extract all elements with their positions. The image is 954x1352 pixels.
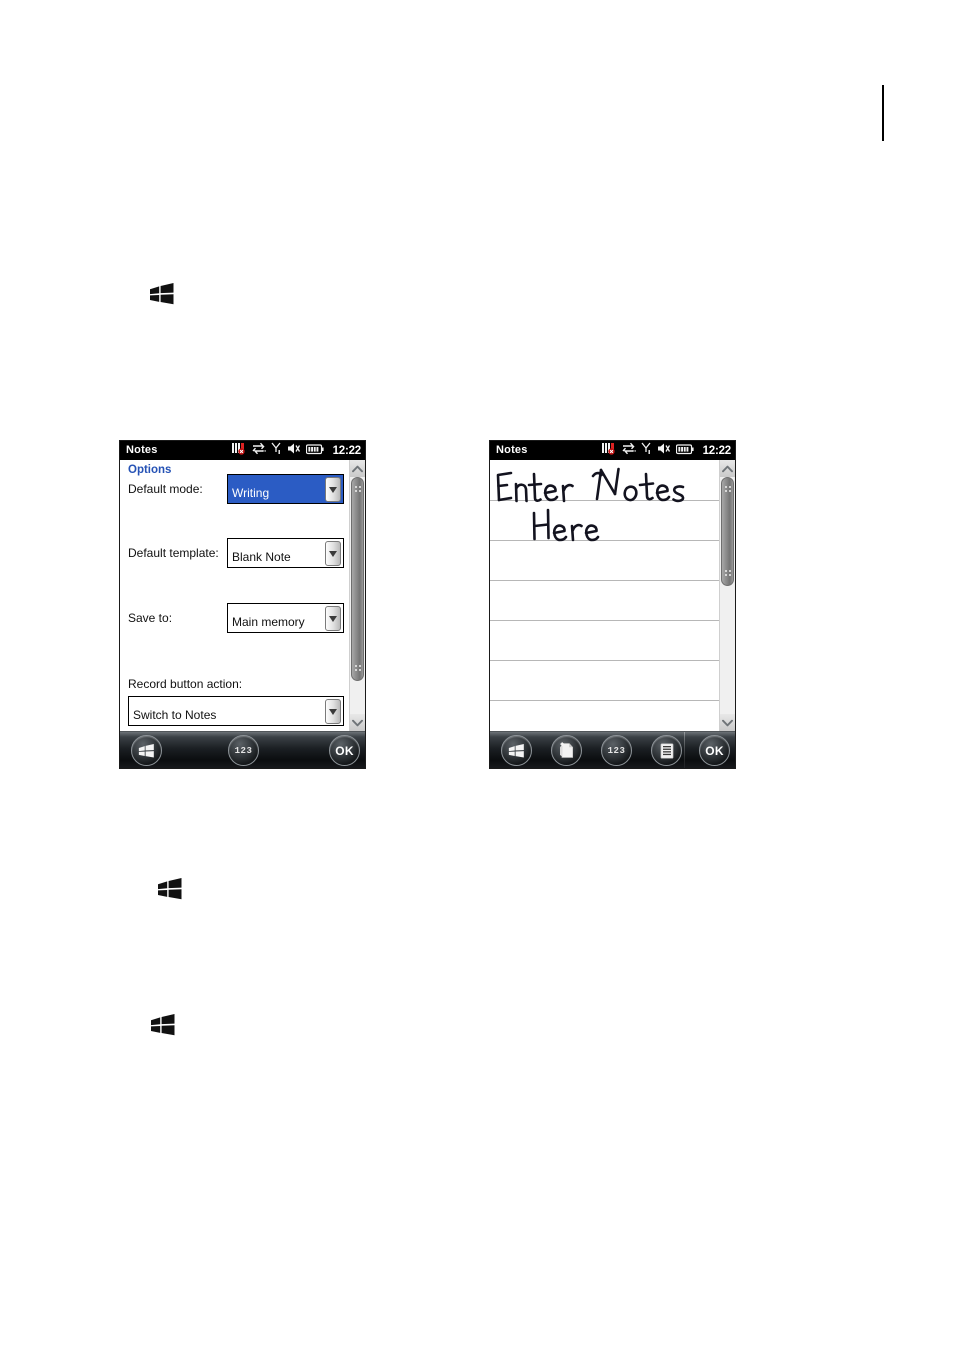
scroll-down-arrow[interactable] — [350, 714, 365, 731]
ok-button-label: OK — [705, 743, 724, 758]
status-icons: 12:22 — [601, 442, 732, 460]
dropdown-record-button-action[interactable]: Switch to Notes — [128, 696, 344, 726]
windows-logo-icon — [149, 283, 175, 305]
soft-key-bar: 123 OK — [120, 731, 365, 768]
scroll-up-arrow[interactable] — [350, 460, 365, 477]
status-icons: 12:22 — [231, 442, 362, 460]
ok-button-label: OK — [335, 743, 354, 758]
ok-button[interactable]: OK — [699, 735, 730, 766]
vertical-scrollbar[interactable] — [349, 460, 365, 731]
app-title: Notes — [496, 444, 528, 456]
cellular-signal-icon — [641, 442, 652, 460]
chevron-down-icon[interactable] — [325, 541, 341, 566]
keyboard-button[interactable]: 123 — [228, 735, 259, 766]
dropdown-value-default-template: Blank Note — [232, 550, 291, 564]
chevron-down-icon[interactable] — [325, 606, 341, 631]
scroll-up-arrow[interactable] — [720, 460, 735, 477]
handwriting-ink — [496, 467, 685, 542]
signal-bars-error-icon — [601, 442, 617, 460]
dropdown-value-record-button-action: Switch to Notes — [133, 708, 217, 722]
options-screen: Options Default mode: Writing Default te… — [120, 460, 365, 731]
chevron-down-icon[interactable] — [325, 699, 341, 724]
title-bar: Notes 12:22 — [120, 441, 365, 460]
battery-icon — [305, 442, 324, 460]
keyboard-button-label: 123 — [607, 745, 626, 756]
scroll-down-arrow[interactable] — [720, 714, 735, 731]
field-label-record-button-action: Record button action: — [128, 677, 243, 691]
cellular-signal-icon — [271, 442, 282, 460]
chevron-down-icon[interactable] — [325, 477, 341, 502]
start-button[interactable] — [501, 735, 532, 766]
data-connection-icon — [252, 442, 266, 460]
document-page: Notes 12:22 Options Default mode: Writin… — [0, 0, 954, 1352]
vertical-scrollbar[interactable] — [719, 460, 735, 731]
form-row-record-button-action: Record button action: — [128, 677, 343, 691]
device-screenshot-note: Notes 12:22 123 OK — [489, 440, 736, 769]
soft-key-bar: 123 OK — [490, 731, 735, 768]
soft-key-separator — [684, 732, 685, 768]
new-note-button[interactable] — [551, 735, 582, 766]
dropdown-default-template[interactable]: Blank Note — [227, 538, 344, 568]
volume-icon — [657, 442, 671, 460]
status-clock: 12:22 — [702, 444, 732, 457]
corner-rule-mark — [882, 85, 884, 141]
keyboard-button[interactable]: 123 — [601, 735, 632, 766]
ok-button[interactable]: OK — [329, 735, 360, 766]
data-connection-icon — [622, 442, 636, 460]
scroll-track[interactable] — [720, 477, 735, 714]
scroll-track[interactable] — [350, 477, 365, 714]
keyboard-button-label: 123 — [234, 745, 253, 756]
volume-icon — [287, 442, 301, 460]
status-clock: 12:22 — [332, 444, 362, 457]
page-title: Options — [128, 464, 172, 476]
note-screen — [490, 460, 735, 731]
note-canvas[interactable] — [490, 460, 719, 731]
title-bar: Notes 12:22 — [490, 441, 735, 460]
app-title: Notes — [126, 444, 158, 456]
device-screenshot-options: Notes 12:22 Options Default mode: Writin… — [119, 440, 366, 769]
dropdown-default-mode[interactable]: Writing — [227, 474, 344, 504]
options-form: Options Default mode: Writing Default te… — [120, 460, 349, 731]
start-button[interactable] — [131, 735, 162, 766]
scroll-thumb[interactable] — [351, 477, 364, 681]
windows-logo-icon — [157, 878, 183, 900]
scroll-thumb[interactable] — [721, 477, 734, 587]
menu-button[interactable] — [651, 735, 682, 766]
signal-bars-error-icon — [231, 442, 247, 460]
windows-logo-icon — [150, 1014, 176, 1036]
dropdown-save-to[interactable]: Main memory — [227, 603, 344, 633]
battery-icon — [675, 442, 694, 460]
dropdown-value-save-to: Main memory — [232, 615, 305, 629]
dropdown-value-default-mode: Writing — [232, 486, 270, 500]
